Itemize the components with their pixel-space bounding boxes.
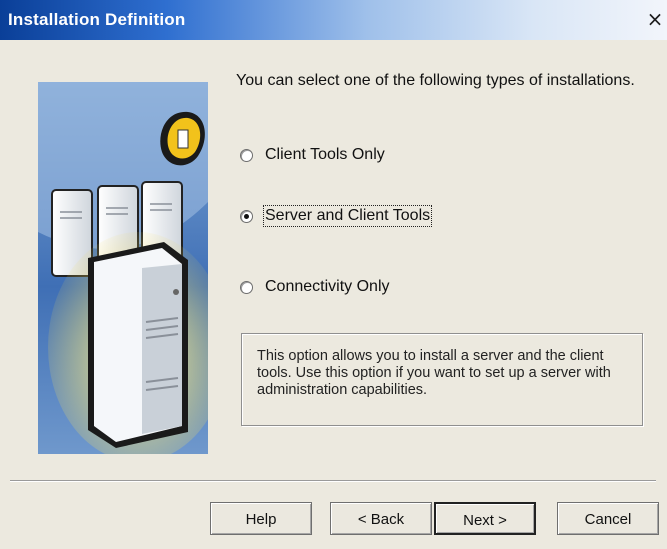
- radio-selected-icon[interactable]: [240, 209, 253, 223]
- back-button[interactable]: < Back: [330, 502, 432, 535]
- option-description: This option allows you to install a serv…: [257, 348, 611, 398]
- option-description-box: This option allows you to install a serv…: [241, 333, 643, 426]
- divider: [10, 480, 656, 482]
- radio-unselected-icon[interactable]: [240, 148, 253, 162]
- option-connectivity-only[interactable]: Connectivity Only: [240, 278, 390, 296]
- help-button[interactable]: Help: [210, 502, 312, 535]
- intro-text: You can select one of the following type…: [236, 72, 635, 89]
- next-button[interactable]: Next >: [434, 502, 536, 535]
- option-client-tools-only[interactable]: Client Tools Only: [240, 146, 385, 164]
- option-label: Connectivity Only: [265, 278, 390, 295]
- radio-unselected-icon[interactable]: [240, 280, 253, 294]
- cancel-button[interactable]: Cancel: [557, 502, 659, 535]
- option-label: Client Tools Only: [265, 146, 385, 163]
- option-label: Server and Client Tools: [262, 205, 433, 227]
- dialog-content: You can select one of the following type…: [0, 0, 667, 549]
- installer-dialog: Installation Definition × You can select…: [0, 0, 667, 549]
- option-server-and-client-tools[interactable]: Server and Client Tools: [240, 205, 433, 227]
